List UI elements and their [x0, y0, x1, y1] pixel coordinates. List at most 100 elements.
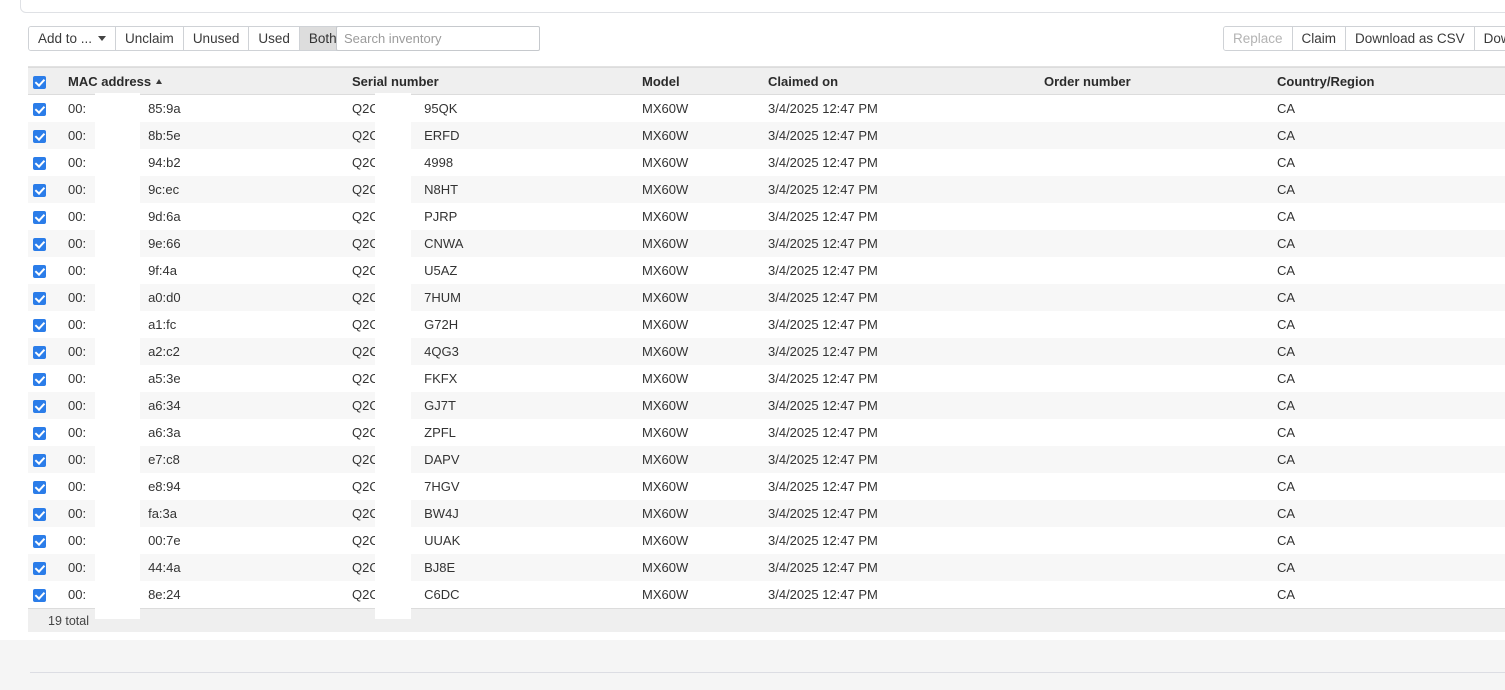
cell-serial-number[interactable]: Q2CN BW4J: [340, 500, 630, 527]
row-checkbox[interactable]: [33, 372, 46, 386]
cell-mac-address[interactable]: 00: a1:fc: [56, 311, 340, 338]
row-checkbox[interactable]: [33, 237, 46, 251]
column-header-mac[interactable]: MAC address: [56, 67, 340, 95]
select-all-checkbox[interactable]: [33, 75, 46, 89]
mac-suffix: a1:fc: [148, 316, 177, 332]
row-checkbox[interactable]: [33, 102, 46, 116]
cell-mac-address[interactable]: 00: e7:c8: [56, 446, 340, 473]
cell-serial-number[interactable]: Q2CN CNWA: [340, 230, 630, 257]
cell-serial-number[interactable]: Q2CN FKFX: [340, 365, 630, 392]
row-select-cell: [28, 230, 56, 257]
column-header-order-number[interactable]: Order number: [1032, 67, 1265, 95]
column-header-claimed-on[interactable]: Claimed on: [756, 67, 1032, 95]
table-row[interactable]: 00: 94:b2 Q2CN 4998 MX60W 3/4/2025 12:47 PM CA: [28, 148, 1505, 176]
table-row[interactable]: 00: e8:94 Q2CN 7HGV MX60W 3/4/2025 12:47 PM CA: [28, 472, 1505, 500]
cell-serial-number[interactable]: Q2CN ZPFL: [340, 419, 630, 446]
table-row[interactable]: 00: a0:d0 Q2CN 7HUM MX60W 3/4/2025 12:47 PM CA: [28, 283, 1505, 311]
table-row[interactable]: 00: a6:3a Q2CN ZPFL MX60W 3/4/2025 12:47 PM CA: [28, 418, 1505, 446]
unused-button[interactable]: Unused: [183, 27, 250, 50]
table-row[interactable]: 00: a6:34 Q2CN GJ7T MX60W 3/4/2025 12:47 PM CA: [28, 391, 1505, 419]
cell-order-number: [1032, 338, 1265, 365]
cell-mac-address[interactable]: 00: a2:c2: [56, 338, 340, 365]
cell-mac-address[interactable]: 00: 9d:6a: [56, 203, 340, 230]
mac-suffix: 94:b2: [148, 154, 181, 170]
row-checkbox[interactable]: [33, 183, 46, 197]
claim-button[interactable]: Claim: [1292, 27, 1347, 50]
cell-claimed-on: 3/4/2025 12:47 PM: [768, 397, 878, 413]
cell-serial-number[interactable]: Q2CN PJRP: [340, 203, 630, 230]
table-row[interactable]: 00: 9f:4a Q2CN U5AZ MX60W 3/4/2025 12:47 PM CA: [28, 256, 1505, 284]
row-checkbox[interactable]: [33, 264, 46, 278]
row-checkbox[interactable]: [33, 426, 46, 440]
cell-serial-number[interactable]: Q2CN DAPV: [340, 446, 630, 473]
cell-serial-number[interactable]: Q2CN N8HT: [340, 176, 630, 203]
cell-serial-number[interactable]: Q2CN UUAK: [340, 527, 630, 554]
table-row[interactable]: 00: 9c:ec Q2CN N8HT MX60W 3/4/2025 12:47 PM CA: [28, 175, 1505, 203]
table-row[interactable]: 00: e7:c8 Q2CN DAPV MX60W 3/4/2025 12:47 PM CA: [28, 445, 1505, 473]
cell-serial-number[interactable]: Q2CN U5AZ: [340, 257, 630, 284]
cell-mac-address[interactable]: 00: 9f:4a: [56, 257, 340, 284]
cell-mac-address[interactable]: 00: 94:b2: [56, 149, 340, 176]
table-row[interactable]: 00: 85:9a Q2CN 95QK MX60W 3/4/2025 12:47 PM CA: [28, 94, 1505, 122]
serial-suffix: PJRP: [424, 208, 458, 224]
cell-serial-number[interactable]: Q2CN G72H: [340, 311, 630, 338]
cell-mac-address[interactable]: 00: 44:4a: [56, 554, 340, 581]
cell-mac-address[interactable]: 00: a6:34: [56, 392, 340, 419]
cell-mac-address[interactable]: 00: a5:3e: [56, 365, 340, 392]
table-row[interactable]: 00: 44:4a Q2CN BJ8E MX60W 3/4/2025 12:47 PM CA: [28, 553, 1505, 581]
replace-button[interactable]: Replace: [1224, 27, 1293, 50]
row-checkbox[interactable]: [33, 507, 46, 521]
row-checkbox[interactable]: [33, 480, 46, 494]
table-row[interactable]: 00: fa:3a Q2CN BW4J MX60W 3/4/2025 12:47 PM CA: [28, 499, 1505, 527]
table-row[interactable]: 00: a1:fc Q2CN G72H MX60W 3/4/2025 12:47 PM CA: [28, 310, 1505, 338]
column-header-country[interactable]: Country/Region: [1265, 67, 1505, 95]
row-checkbox[interactable]: [33, 291, 46, 305]
column-header-model[interactable]: Model: [630, 67, 756, 95]
column-header-serial[interactable]: Serial number: [340, 67, 630, 95]
cell-mac-address[interactable]: 00: fa:3a: [56, 500, 340, 527]
cell-serial-number[interactable]: Q2CN ERFD: [340, 122, 630, 149]
search-input[interactable]: [336, 26, 540, 51]
cell-serial-number[interactable]: Q2CN 95QK: [340, 95, 630, 122]
row-select-cell: [28, 554, 56, 581]
cell-serial-number[interactable]: Q2CN 7HUM: [340, 284, 630, 311]
cell-serial-number[interactable]: Q2CN 7HGV: [340, 473, 630, 500]
cell-serial-number[interactable]: Q2CN GJ7T: [340, 392, 630, 419]
cell-serial-number[interactable]: Q2CN C6DC: [340, 581, 630, 608]
cell-serial-number[interactable]: Q2CN 4998: [340, 149, 630, 176]
cell-mac-address[interactable]: 00: 9c:ec: [56, 176, 340, 203]
download-button[interactable]: Download: [1474, 27, 1505, 50]
cell-serial-number[interactable]: Q2CN BJ8E: [340, 554, 630, 581]
table-row[interactable]: 00: a2:c2 Q2CN 4QG3 MX60W 3/4/2025 12:47 PM CA: [28, 337, 1505, 365]
row-checkbox[interactable]: [33, 210, 46, 224]
cell-mac-address[interactable]: 00: a0:d0: [56, 284, 340, 311]
table-row[interactable]: 00: a5:3e Q2CN FKFX MX60W 3/4/2025 12:47 PM CA: [28, 364, 1505, 392]
cell-mac-address[interactable]: 00: a6:3a: [56, 419, 340, 446]
cell-mac-address[interactable]: 00: e8:94: [56, 473, 340, 500]
download-csv-button[interactable]: Download as CSV: [1346, 27, 1475, 50]
table-row[interactable]: 00: 8b:5e Q2CN ERFD MX60W 3/4/2025 12:47 PM CA: [28, 121, 1505, 149]
cell-mac-address[interactable]: 00: 00:7e: [56, 527, 340, 554]
row-checkbox[interactable]: [33, 129, 46, 143]
row-checkbox[interactable]: [33, 588, 46, 602]
cell-mac-address[interactable]: 00: 8b:5e: [56, 122, 340, 149]
table-row[interactable]: 00: 8e:24 Q2CN C6DC MX60W 3/4/2025 12:47 PM CA: [28, 580, 1505, 608]
row-checkbox[interactable]: [33, 399, 46, 413]
cell-serial-number[interactable]: Q2CN 4QG3: [340, 338, 630, 365]
row-checkbox[interactable]: [33, 345, 46, 359]
cell-mac-address[interactable]: 00: 8e:24: [56, 581, 340, 608]
add-to-dropdown[interactable]: Add to ...: [29, 27, 117, 50]
cell-mac-address[interactable]: 00: 9e:66: [56, 230, 340, 257]
cell-mac-address[interactable]: 00: 85:9a: [56, 95, 340, 122]
unclaim-button[interactable]: Unclaim: [116, 27, 184, 50]
serial-prefix: Q2CN: [352, 397, 389, 413]
row-checkbox[interactable]: [33, 318, 46, 332]
table-row[interactable]: 00: 00:7e Q2CN UUAK MX60W 3/4/2025 12:47 PM CA: [28, 526, 1505, 554]
row-checkbox[interactable]: [33, 534, 46, 548]
table-row[interactable]: 00: 9e:66 Q2CN CNWA MX60W 3/4/2025 12:47 PM CA: [28, 229, 1505, 257]
used-button[interactable]: Used: [249, 27, 300, 50]
row-checkbox[interactable]: [33, 561, 46, 575]
row-checkbox[interactable]: [33, 453, 46, 467]
row-checkbox[interactable]: [33, 156, 46, 170]
table-row[interactable]: 00: 9d:6a Q2CN PJRP MX60W 3/4/2025 12:47 PM CA: [28, 202, 1505, 230]
